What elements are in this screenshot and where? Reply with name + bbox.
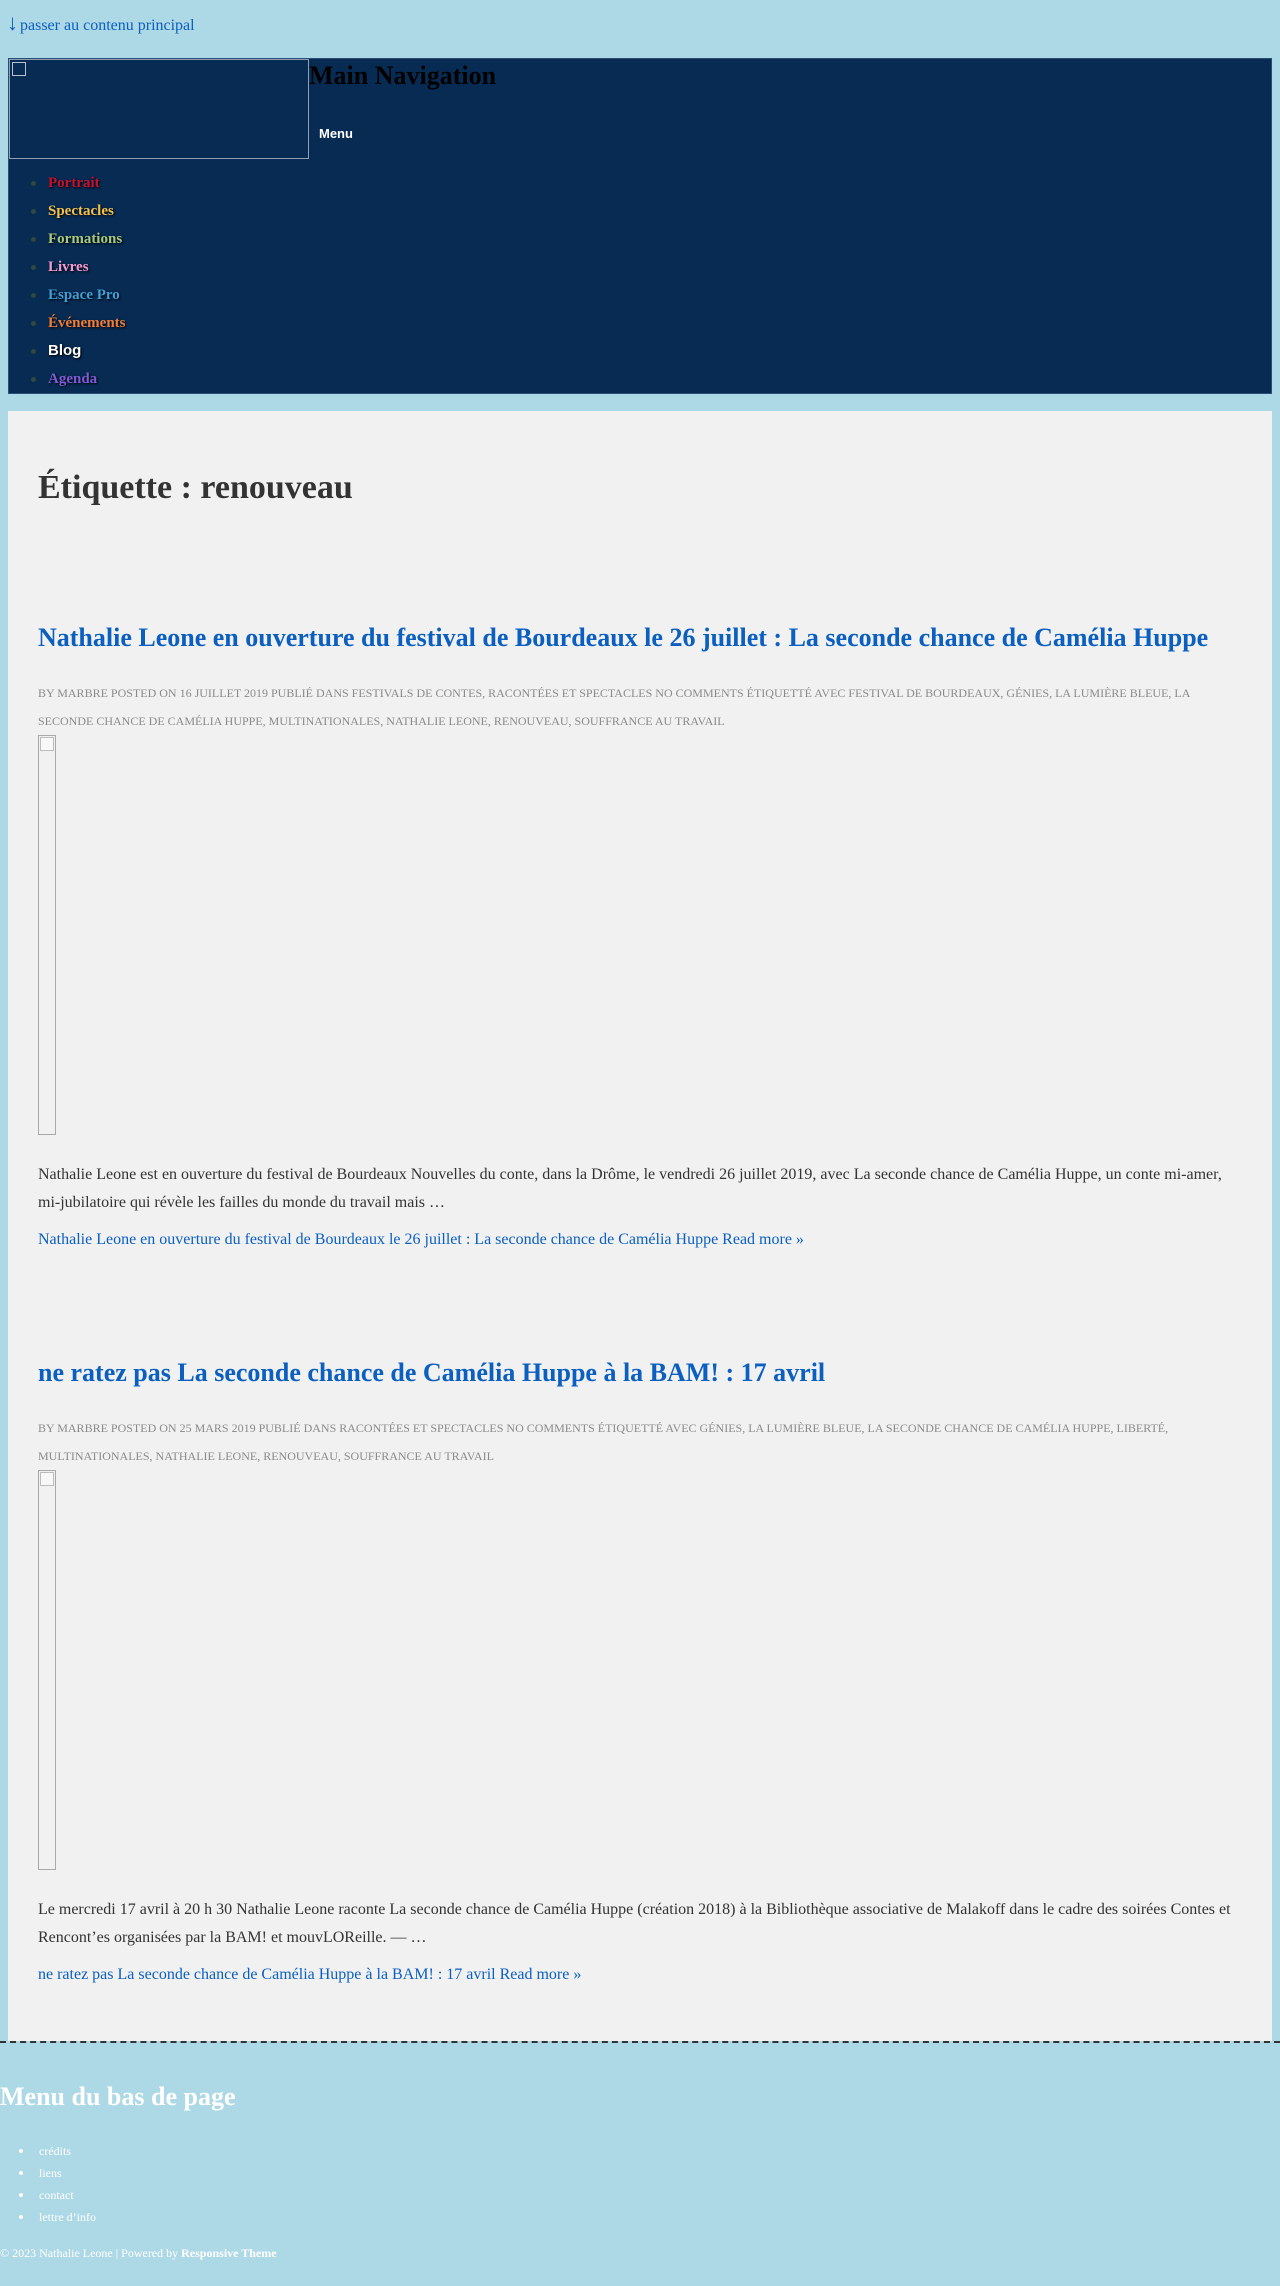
- main-navigation: Portrait Spectacles Formations Livres Es…: [9, 169, 126, 393]
- nav-link-blog[interactable]: Blog: [48, 342, 81, 359]
- nav-item: Espace Pro: [9, 281, 126, 309]
- post-excerpt: Nathalie Leone est en ouverture du festi…: [38, 1166, 1222, 1211]
- nav-title: Main Navigation: [309, 61, 497, 90]
- broken-image-icon: [40, 737, 54, 751]
- footer-link-contact[interactable]: contact: [39, 2188, 74, 2202]
- footer-link-credits[interactable]: crédits: [39, 2144, 71, 2158]
- footer-link-newsletter[interactable]: lettre d’info: [39, 2210, 96, 2224]
- page-title: Étiquette : renouveau: [38, 469, 353, 506]
- footer-menu-item: contact: [0, 2184, 96, 2206]
- main-content: Étiquette : renouveau Nathalie Leone en …: [8, 411, 1272, 2041]
- bullet-icon: [19, 2171, 23, 2175]
- bullet-icon: [31, 181, 36, 186]
- nav-link-portrait[interactable]: Portrait: [48, 175, 100, 191]
- nav-link-spectacles[interactable]: Spectacles: [48, 203, 114, 219]
- footer-link-liens[interactable]: liens: [39, 2166, 62, 2180]
- nav-link-espace-pro[interactable]: Espace Pro: [48, 287, 120, 303]
- bullet-icon: [31, 209, 36, 214]
- read-more-link[interactable]: ne ratez pas La seconde chance de Caméli…: [38, 1966, 1242, 1984]
- broken-image-icon: [40, 1472, 54, 1486]
- copyright: © 2023 Nathalie Leone | Powered by Respo…: [0, 2246, 277, 2261]
- bullet-icon: [19, 2215, 23, 2219]
- footer-divider: [0, 2041, 1280, 2043]
- skip-link-label: passer au contenu principal: [20, 17, 195, 34]
- post-image[interactable]: [38, 1470, 56, 1870]
- skip-to-content-link[interactable]: ↓ passer au contenu principal: [7, 10, 195, 36]
- post-article: ne ratez pas La seconde chance de Caméli…: [38, 1356, 1242, 1984]
- post-excerpt: Le mercredi 17 avril à 20 h 30 Nathalie …: [38, 1901, 1231, 1946]
- nav-item: Livres: [9, 253, 126, 281]
- nav-item: Événements: [9, 309, 126, 337]
- site-logo[interactable]: [9, 59, 309, 159]
- nav-link-evenements[interactable]: Événements: [48, 315, 126, 331]
- nav-item: Spectacles: [9, 197, 126, 225]
- footer-menu-item: liens: [0, 2162, 96, 2184]
- bullet-icon: [31, 237, 36, 242]
- bullet-icon: [31, 293, 36, 298]
- footer-menu-title: Menu du bas de page: [0, 2082, 236, 2111]
- read-more-link[interactable]: Nathalie Leone en ouverture du festival …: [38, 1231, 1242, 1249]
- menu-toggle-button[interactable]: Menu: [319, 126, 353, 141]
- nav-item: Agenda: [9, 365, 126, 393]
- post-image[interactable]: [38, 735, 56, 1135]
- nav-item: Formations: [9, 225, 126, 253]
- post-meta: By marbre Posted on 16 juillet 2019 Publ…: [38, 686, 1190, 728]
- footer-menu-item: lettre d’info: [0, 2206, 96, 2228]
- bullet-icon: [19, 2149, 23, 2153]
- post-article: Nathalie Leone en ouverture du festival …: [38, 621, 1242, 1249]
- bullet-icon: [19, 2193, 23, 2197]
- footer-menu-item: crédits: [0, 2140, 96, 2162]
- broken-image-icon: [12, 62, 26, 76]
- bullet-icon: [31, 265, 36, 270]
- nav-link-livres[interactable]: Livres: [48, 259, 89, 275]
- bullet-icon: [31, 377, 36, 382]
- site-header: Main Navigation Menu Portrait Spectacles…: [8, 58, 1272, 394]
- bullet-icon: [31, 349, 36, 354]
- bullet-icon: [31, 321, 36, 326]
- nav-link-formations[interactable]: Formations: [48, 231, 122, 247]
- down-arrow-icon: ↓: [7, 10, 18, 35]
- nav-link-agenda[interactable]: Agenda: [48, 371, 97, 387]
- nav-item: Portrait: [9, 169, 126, 197]
- post-meta: By marbre Posted on 25 mars 2019 Publié …: [38, 1421, 1169, 1463]
- footer-menu: crédits liens contact lettre d’info: [0, 2140, 96, 2228]
- post-title-link[interactable]: Nathalie Leone en ouverture du festival …: [38, 621, 1242, 655]
- post-title-link[interactable]: ne ratez pas La seconde chance de Caméli…: [38, 1356, 1242, 1390]
- nav-item: Blog: [9, 337, 126, 365]
- copyright-text: © 2023 Nathalie Leone | Powered by: [0, 2246, 179, 2260]
- theme-link[interactable]: Responsive Theme: [181, 2246, 276, 2260]
